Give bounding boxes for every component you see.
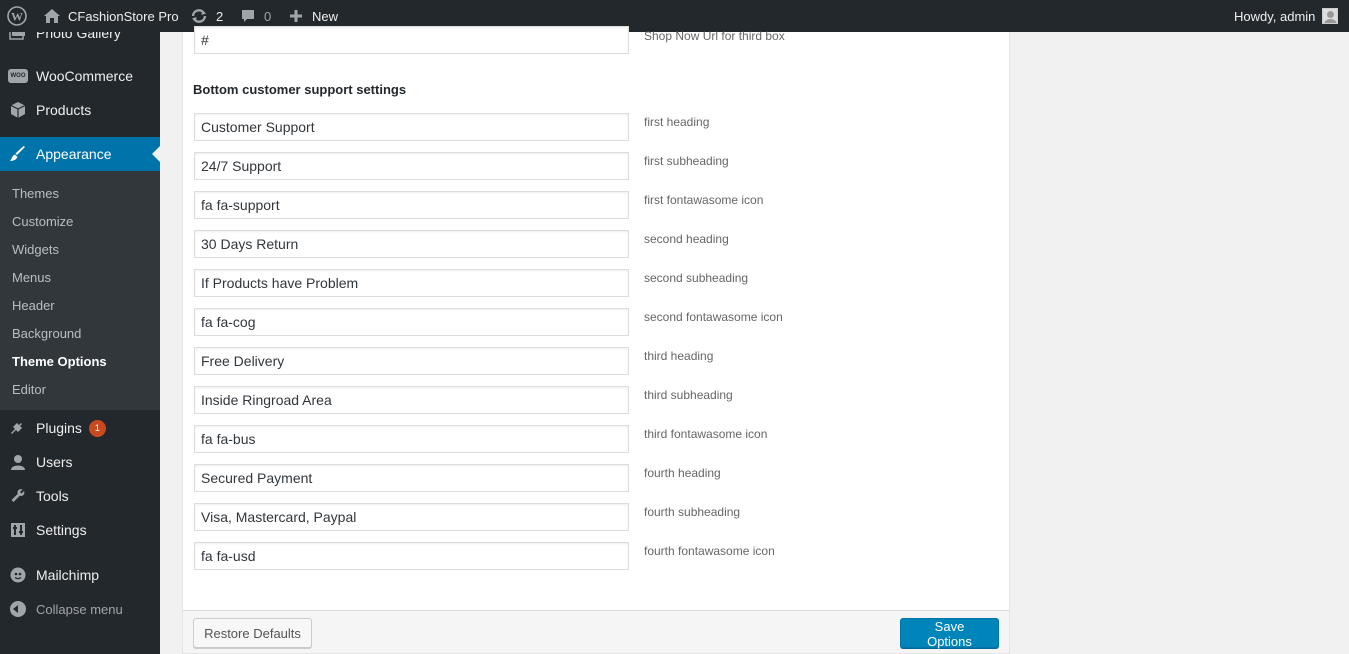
field-description: fourth heading <box>644 466 721 480</box>
products-box-icon <box>0 101 36 119</box>
menu-woocommerce[interactable]: WOO WooCommerce <box>0 59 160 93</box>
field-description: third fontawasome icon <box>644 427 768 441</box>
comments-count: 0 <box>264 8 272 24</box>
field-description: fourth fontawasome icon <box>644 544 775 558</box>
menu-label: Collapse menu <box>36 601 123 617</box>
third-icon-input[interactable] <box>194 425 629 453</box>
menu-settings[interactable]: Settings <box>0 513 160 547</box>
menu-label: Appearance <box>36 146 112 162</box>
wordpress-logo-icon[interactable]: W <box>7 0 27 32</box>
admin-sidebar: Photo Gallery WOO WooCommerce Products A… <box>0 32 160 654</box>
greeting: Howdy, admin <box>1234 8 1316 24</box>
field-description: third subheading <box>644 388 733 402</box>
submenu-menus[interactable]: Menus <box>12 270 51 285</box>
menu-label: Products <box>36 102 92 118</box>
home-icon <box>43 8 61 24</box>
site-name-link[interactable]: CFashionStore Pro <box>43 0 179 32</box>
user-icon <box>0 454 36 470</box>
collapse-arrow-icon <box>0 601 36 617</box>
plug-icon <box>0 419 36 437</box>
updates-icon <box>190 8 208 24</box>
second-icon-input[interactable] <box>194 308 629 336</box>
shop-now-url-third-box-input[interactable] <box>194 26 629 54</box>
menu-tools[interactable]: Tools <box>0 479 160 513</box>
updates-count: 2 <box>216 8 224 24</box>
third-heading-input[interactable] <box>194 347 629 375</box>
section-title: Bottom customer support settings <box>193 82 407 97</box>
second-subheading-input[interactable] <box>194 269 629 297</box>
first-heading-input[interactable] <box>194 113 629 141</box>
collapse-menu-button[interactable]: Collapse menu <box>0 592 160 626</box>
field-description: first heading <box>644 115 710 129</box>
menu-plugins[interactable]: Plugins 1 <box>0 411 160 445</box>
gallery-icon <box>0 32 36 41</box>
submenu-theme-options[interactable]: Theme Options <box>12 354 107 369</box>
new-label: New <box>312 8 339 24</box>
menu-label: Users <box>36 454 73 470</box>
fourth-subheading-input[interactable] <box>194 503 629 531</box>
field-description: first fontawasome icon <box>644 193 764 207</box>
menu-mailchimp[interactable]: Mailchimp <box>0 558 160 592</box>
second-heading-input[interactable] <box>194 230 629 258</box>
menu-appearance[interactable]: Appearance <box>0 137 160 171</box>
submenu-customize[interactable]: Customize <box>12 214 73 229</box>
menu-label: Settings <box>36 522 87 538</box>
third-subheading-input[interactable] <box>194 386 629 414</box>
svg-text:W: W <box>11 10 23 24</box>
menu-users[interactable]: Users <box>0 445 160 479</box>
first-icon-input[interactable] <box>194 191 629 219</box>
plus-icon <box>289 9 303 23</box>
menu-photo-gallery[interactable]: Photo Gallery <box>0 32 160 50</box>
submenu-themes[interactable]: Themes <box>12 186 59 201</box>
field-description: second heading <box>644 232 729 246</box>
plugins-update-badge: 1 <box>88 419 106 437</box>
field-description: first subheading <box>644 154 729 168</box>
fourth-heading-input[interactable] <box>194 464 629 492</box>
menu-label: WooCommerce <box>36 68 133 84</box>
menu-products[interactable]: Products <box>0 93 160 127</box>
menu-label: Tools <box>36 488 69 504</box>
avatar <box>1322 8 1339 24</box>
restore-defaults-button[interactable]: Restore Defaults <box>193 618 312 648</box>
save-options-button[interactable]: Save Options <box>900 618 999 649</box>
fourth-icon-input[interactable] <box>194 542 629 570</box>
field-description: Shop Now Url for third box <box>644 29 785 43</box>
paintbrush-icon <box>0 145 36 163</box>
menu-label: Photo Gallery <box>36 32 121 41</box>
my-account-link[interactable]: Howdy, admin <box>1234 0 1339 32</box>
submenu-background[interactable]: Background <box>12 326 81 341</box>
submenu-widgets[interactable]: Widgets <box>12 242 59 257</box>
settings-sliders-icon <box>0 522 36 538</box>
menu-label: Plugins <box>36 420 82 436</box>
submenu-editor[interactable]: Editor <box>12 382 46 397</box>
site-name: CFashionStore Pro <box>68 8 179 24</box>
submenu-header[interactable]: Header <box>12 298 55 313</box>
field-description: second subheading <box>644 271 749 285</box>
mailchimp-icon <box>0 566 36 584</box>
appearance-submenu: Themes Customize Widgets Menus Header Ba… <box>0 171 160 410</box>
field-description: third heading <box>644 349 714 363</box>
menu-label: Mailchimp <box>36 567 100 583</box>
field-description: second fontawasome icon <box>644 310 783 324</box>
comment-icon <box>240 8 256 24</box>
first-subheading-input[interactable] <box>194 152 629 180</box>
field-description: fourth subheading <box>644 505 741 519</box>
woocommerce-icon: WOO <box>0 69 36 83</box>
wrench-icon <box>0 488 36 504</box>
